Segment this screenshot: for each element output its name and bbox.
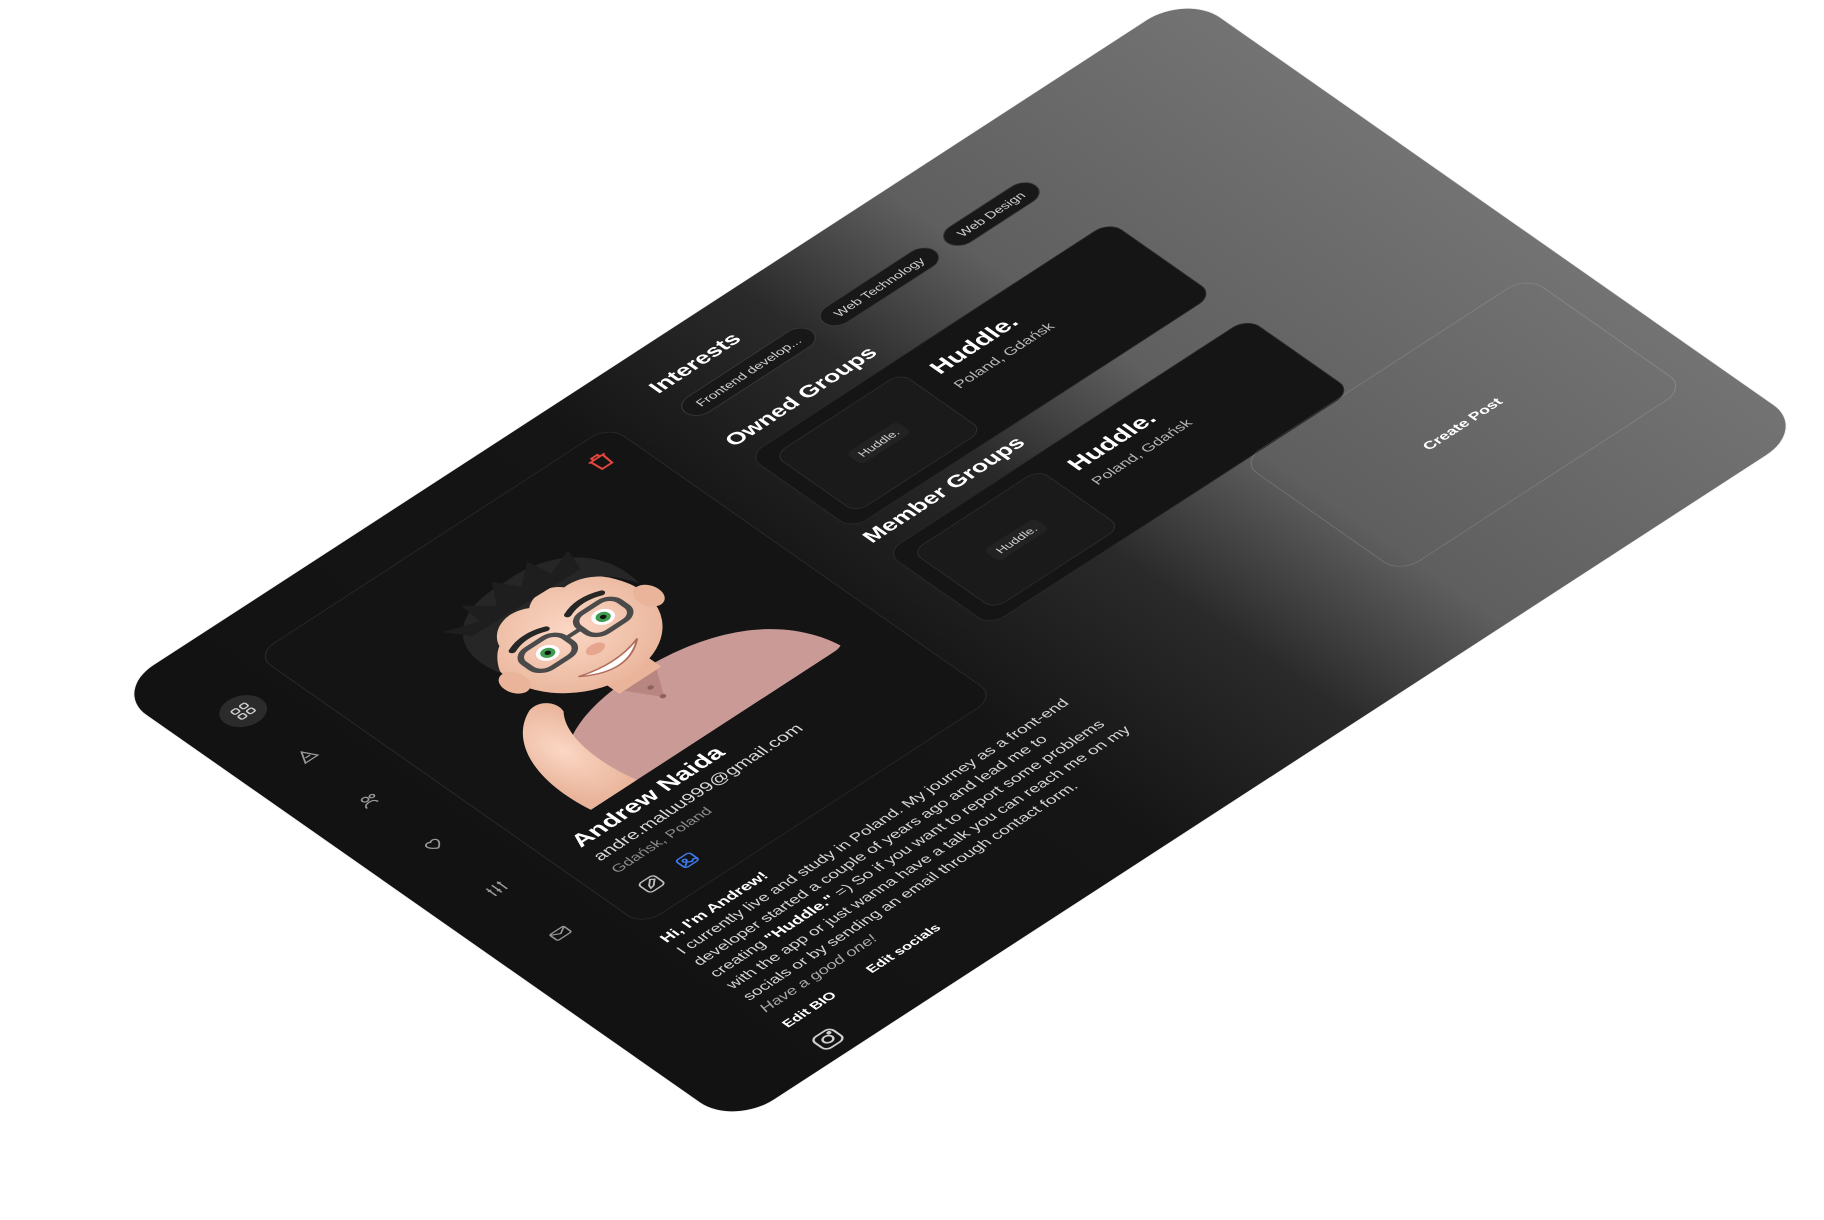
- sidebar-item-dashboard[interactable]: [209, 688, 277, 734]
- interest-chip[interactable]: Web Design: [935, 177, 1047, 251]
- app-window: Andrew Naida andre.maluu999@gmail.com Gd…: [113, 0, 1807, 1126]
- delete-profile-button[interactable]: [579, 447, 622, 476]
- group-thumbnail-label: Huddle.: [844, 420, 912, 465]
- sidebar-item-explore[interactable]: [273, 733, 340, 778]
- edit-profile-button[interactable]: [633, 872, 670, 897]
- avatar: [338, 482, 851, 826]
- social-link-instagram[interactable]: [805, 1024, 851, 1055]
- instagram-icon: [812, 1028, 844, 1050]
- friends-icon: [360, 793, 379, 809]
- group-thumbnail-label: Huddle.: [982, 517, 1050, 562]
- sidebar-item-favorites[interactable]: [400, 822, 467, 867]
- edit-icon: [638, 875, 665, 893]
- create-post-label: Create Post: [1419, 396, 1507, 453]
- edit-photo-button[interactable]: [670, 848, 707, 873]
- sidebar-item-settings[interactable]: [463, 866, 530, 911]
- image-edit-icon: [675, 852, 699, 869]
- mail-icon: [549, 925, 572, 941]
- scene: Andrew Naida andre.maluu999@gmail.com Gd…: [0, 0, 1824, 1220]
- create-post-button[interactable]: Create Post: [1240, 275, 1687, 574]
- explore-icon: [300, 751, 320, 765]
- settings-sliders-icon: [485, 881, 508, 897]
- trash-icon: [588, 452, 614, 471]
- heart-icon: [425, 838, 441, 849]
- avatar-illustration: [442, 550, 843, 810]
- sidebar-item-mail[interactable]: [527, 911, 594, 956]
- dashboard-icon: [230, 702, 256, 720]
- interest-chip[interactable]: Web Technology: [812, 243, 946, 331]
- sidebar-item-friends[interactable]: [336, 777, 403, 822]
